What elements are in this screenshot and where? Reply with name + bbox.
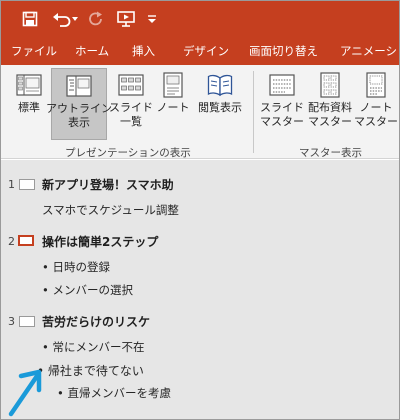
slide-title[interactable]: 操作は簡単2ステップ (42, 233, 158, 250)
slide-title[interactable]: 新アプリ登場！スマホ助 (42, 176, 174, 193)
slide-number: 1 (8, 178, 15, 191)
customize-toolbar-icon (148, 15, 156, 23)
save-icon (22, 11, 38, 27)
slide-sorter-label-line2: 一覧 (120, 115, 142, 128)
ribbon-view-panel: 標準 アウトライン 表示 スライド 一覧 ノート 閲覧表示 プレゼンテーションの… (1, 65, 399, 159)
undo-button[interactable] (51, 8, 81, 30)
ribbon-tab-bar: ファイル ホーム 挿入 デザイン 画面切り替え アニメーション (1, 37, 399, 65)
outline-pane[interactable]: 1 新アプリ登場！スマホ助 スマホでスケジュール調整 2 操作は簡単2ステップ … (1, 160, 399, 419)
tab-file[interactable]: ファイル (11, 37, 57, 65)
redo-icon (89, 11, 102, 26)
handout-master-button[interactable]: 配布資料 マスター (307, 68, 353, 140)
handout-master-icon (320, 72, 340, 98)
slide-icon[interactable] (19, 179, 35, 190)
undo-icon (53, 13, 78, 27)
tab-transitions[interactable]: 画面切り替え (249, 37, 318, 65)
outline-item[interactable]: • 直帰メンバーを考慮 (57, 385, 171, 401)
notes-page-button[interactable]: ノート (155, 68, 191, 140)
outline-view-icon (66, 75, 92, 97)
notes-page-icon (163, 72, 183, 98)
quick-access-toolbar (1, 1, 399, 37)
slide-number: 3 (8, 315, 15, 328)
notes-master-label-line1: ノート (359, 101, 393, 114)
normal-view-button[interactable]: 標準 (9, 68, 49, 140)
outline-item[interactable]: • 帰社まで待てない (37, 362, 144, 379)
notes-master-label-line2: マスター (354, 115, 398, 128)
slide-sorter-icon (118, 74, 144, 96)
notes-page-label-line1: ノート (156, 101, 190, 114)
notes-master-button[interactable]: ノート マスター (354, 68, 398, 140)
redo-button[interactable] (85, 8, 107, 30)
save-button[interactable] (19, 8, 41, 30)
slide-master-label-line2: マスター (260, 115, 304, 128)
outline-view-label-line1: アウトライン (46, 102, 112, 115)
customize-toolbar-button[interactable] (145, 8, 159, 30)
reading-view-label: 閲覧表示 (198, 101, 242, 114)
notes-master-icon (366, 72, 386, 98)
current-slide-icon[interactable] (18, 235, 34, 246)
outline-item[interactable]: • 日時の登録 (42, 259, 110, 275)
handout-master-label-line2: マスター (308, 115, 352, 128)
slide-sorter-label-line1: スライド (109, 101, 153, 114)
powerpoint-window: ファイル ホーム 挿入 デザイン 画面切り替え アニメーション 標準 (0, 0, 400, 420)
presentation-views-group-label: プレゼンテーションの表示 (65, 147, 191, 159)
slide-sorter-button[interactable]: スライド 一覧 (109, 68, 153, 140)
tab-animations[interactable]: アニメーション (340, 37, 399, 65)
outline-view-button[interactable]: アウトライン 表示 (46, 68, 112, 140)
reading-view-button[interactable]: 閲覧表示 (193, 68, 247, 140)
slideshow-from-start-button[interactable] (115, 8, 139, 30)
tab-insert[interactable]: 挿入 (132, 37, 155, 65)
slide-master-button[interactable]: スライド マスター (259, 68, 305, 140)
reading-view-icon (207, 74, 233, 97)
slide-number: 2 (8, 235, 15, 248)
slide-master-icon (269, 74, 295, 96)
outline-view-label-line2: 表示 (68, 116, 90, 129)
slide-master-label-line1: スライド (260, 101, 304, 114)
slide-icon[interactable] (19, 316, 35, 327)
group-divider (253, 71, 254, 153)
slideshow-from-start-icon (117, 11, 135, 27)
outline-item[interactable]: • 常にメンバー不在 (42, 339, 144, 355)
tab-home[interactable]: ホーム (75, 37, 109, 65)
tab-design[interactable]: デザイン (183, 37, 229, 65)
outline-item[interactable]: スマホでスケジュール調整 (42, 202, 179, 218)
outline-item[interactable]: • メンバーの選択 (42, 282, 133, 298)
slide-title[interactable]: 苦労だらけのリスケ (42, 313, 150, 330)
handout-master-label-line1: 配布資料 (308, 101, 352, 114)
normal-view-label: 標準 (18, 101, 40, 114)
normal-view-icon (16, 74, 42, 96)
cursor-pointer-arrow (8, 369, 42, 417)
master-views-group-label: マスター表示 (299, 147, 362, 159)
